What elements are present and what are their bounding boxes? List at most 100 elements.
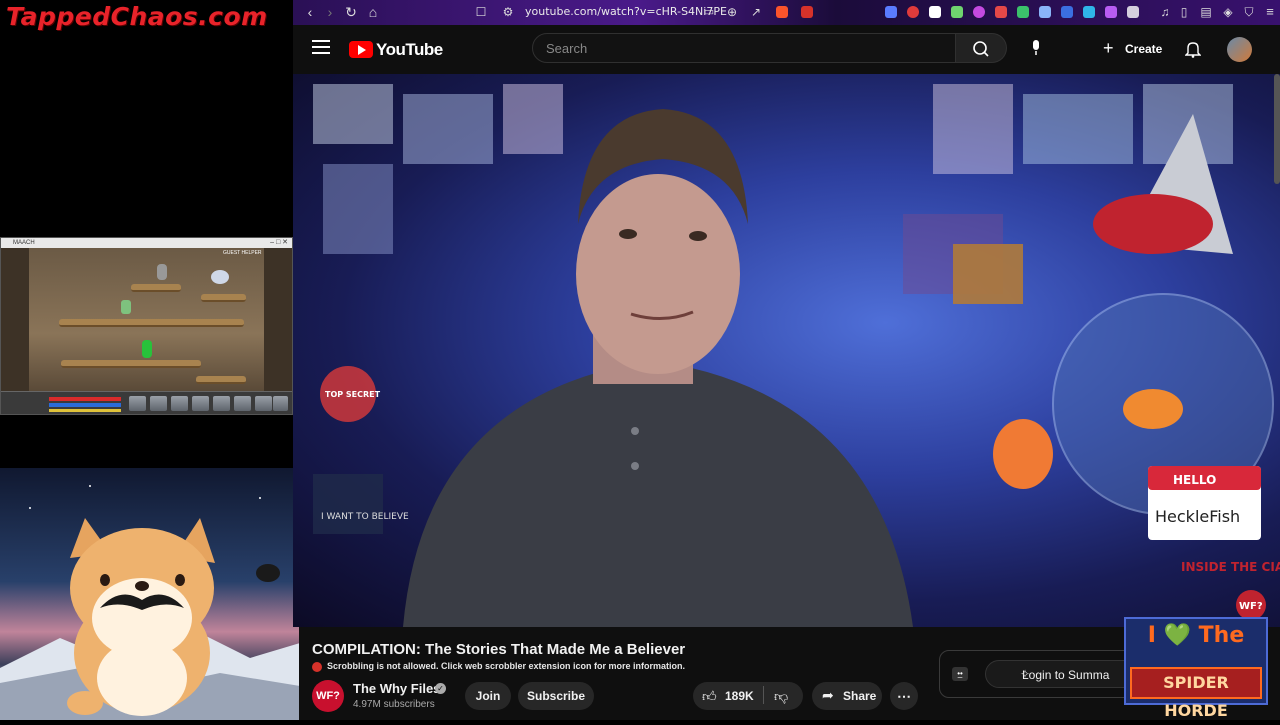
extension-icon[interactable]: [1061, 6, 1073, 18]
voice-search-icon[interactable]: [1029, 38, 1043, 58]
portal-icon: [157, 264, 167, 280]
extension-icon[interactable]: [929, 6, 941, 18]
search-input[interactable]: Search: [532, 33, 956, 63]
game-window: MAACH – □ ✕ GUEST HELPER: [0, 237, 293, 415]
platform: [61, 360, 201, 368]
sparkle-icon: ✧: [1020, 667, 1031, 681]
hud-button[interactable]: [273, 396, 288, 411]
platform: [201, 294, 246, 302]
back-icon[interactable]: ‹: [302, 4, 318, 20]
extension-icon[interactable]: [1039, 6, 1051, 18]
game-window-title: MAACH: [13, 240, 35, 246]
bookmark-icon[interactable]: ☐: [473, 4, 489, 20]
youtube-logo-icon[interactable]: [349, 41, 373, 58]
window-controls-icon[interactable]: – □ ✕: [270, 238, 288, 248]
scrobbler-icon: [312, 662, 322, 672]
channel-name[interactable]: The Why Files: [353, 681, 440, 696]
more-actions-icon[interactable]: ⋯: [890, 682, 918, 710]
summarizer-logo-icon: •̲•: [952, 667, 968, 681]
poster-top-secret: TOP SECRET: [325, 390, 381, 399]
player-character-icon: [121, 300, 131, 314]
youtube-logo-text[interactable]: YouTube: [376, 40, 443, 60]
extension-icon[interactable]: [1105, 6, 1117, 18]
game-titlebar: MAACH – □ ✕: [1, 238, 292, 248]
badge-line-1: I 💚 The: [1147, 623, 1245, 648]
menu-icon[interactable]: ≡: [1262, 4, 1278, 20]
vpn-icon[interactable]: ◈: [1220, 4, 1236, 20]
hamburger-menu-icon[interactable]: [312, 38, 330, 54]
spider-horde-badge: I 💚 The SPIDER HORDE: [1124, 617, 1268, 720]
cave-wall-right: [264, 248, 292, 391]
hud-button[interactable]: [129, 396, 146, 411]
brave-shield-icon[interactable]: [776, 6, 788, 18]
cave-wall-left: [1, 248, 29, 391]
hud-button[interactable]: [213, 396, 230, 411]
login-to-summarize-button[interactable]: Login to Summa: [985, 660, 1145, 688]
create-button[interactable]: Create: [1125, 42, 1162, 56]
extension-icon[interactable]: [1127, 6, 1139, 18]
video-frame: I WANT TO BELIEVE TOP SECRET HELLO my na…: [313, 84, 1280, 627]
page-scrollbar[interactable]: [1274, 74, 1280, 184]
hud-button[interactable]: [255, 396, 272, 411]
name-tag-hello: HELLO: [1173, 473, 1216, 487]
site-info-icon[interactable]: ⚙: [500, 4, 516, 20]
site-logo: TappedChaos.com: [6, 2, 268, 31]
home-icon[interactable]: ⌂: [365, 4, 381, 20]
join-button[interactable]: Join: [465, 682, 511, 710]
extension-icon[interactable]: [885, 6, 897, 18]
share-page-icon[interactable]: ↗: [748, 4, 764, 20]
mp-bar: [49, 403, 121, 407]
hud-button[interactable]: [150, 396, 167, 411]
extension-icon[interactable]: [1017, 6, 1029, 18]
forward-icon[interactable]: ›: [322, 4, 338, 20]
zoom-icon[interactable]: ⊕: [724, 4, 740, 20]
account-avatar[interactable]: [1227, 37, 1252, 62]
media-icon[interactable]: ♫: [1157, 4, 1173, 20]
platform: [196, 376, 246, 384]
dislike-icon[interactable]: 👎︎: [774, 688, 788, 705]
share-label: Share: [843, 689, 877, 703]
cast-icon[interactable]: ▭: [701, 4, 717, 20]
game-scene: GUEST HELPER: [1, 248, 292, 391]
monster-icon: [211, 270, 229, 284]
channel-watermark[interactable]: WF?: [1239, 601, 1263, 612]
like-count[interactable]: 189K: [725, 689, 754, 703]
hud-button[interactable]: [171, 396, 188, 411]
sidebar-icon[interactable]: ▯: [1176, 4, 1192, 20]
brave-rewards-icon[interactable]: [801, 6, 813, 18]
create-plus-icon[interactable]: +: [1103, 38, 1114, 58]
extension-icon[interactable]: [907, 6, 919, 18]
extension-icon[interactable]: [1083, 6, 1095, 18]
extension-icon[interactable]: [995, 6, 1007, 18]
video-player[interactable]: I WANT TO BELIEVE TOP SECRET HELLO my na…: [293, 74, 1280, 627]
hud-button[interactable]: [234, 396, 251, 411]
poster-inside-cia: INSIDE THE CIA: [1181, 560, 1280, 574]
name-tag-sub: my name is: [1181, 491, 1216, 498]
reload-icon[interactable]: ↻: [343, 4, 359, 20]
platform: [59, 319, 244, 327]
webcam-overlay: [0, 468, 300, 720]
exp-bar: [49, 409, 121, 412]
like-icon[interactable]: 👍︎: [702, 688, 717, 705]
hud-button[interactable]: [192, 396, 209, 411]
doge-mustache-avatar: [0, 485, 300, 720]
extension-icon[interactable]: [973, 6, 985, 18]
channel-avatar[interactable]: WF?: [312, 680, 344, 712]
platform: [131, 284, 181, 292]
subscriber-count: 4.97M subscribers: [353, 699, 435, 710]
shield-icon[interactable]: ⛉: [1241, 4, 1257, 20]
search-placeholder: Search: [546, 41, 588, 56]
search-button[interactable]: [956, 33, 1007, 63]
verified-badge-icon: ✓: [435, 683, 446, 694]
like-divider: [763, 686, 764, 704]
game-status-text: GUEST HELPER: [223, 250, 262, 256]
wallet-icon[interactable]: ▤: [1198, 4, 1214, 20]
share-icon: ➦: [822, 687, 834, 703]
subscribe-button[interactable]: Subscribe: [518, 682, 594, 710]
url-field[interactable]: youtube.com/watch?v=cHR-S4Ni7PE: [525, 5, 727, 18]
name-tag-name: HeckleFish: [1155, 507, 1240, 526]
extension-icon[interactable]: [951, 6, 963, 18]
notifications-bell-icon[interactable]: [1184, 40, 1202, 58]
search-icon: [973, 41, 989, 57]
game-hud: [1, 391, 292, 414]
